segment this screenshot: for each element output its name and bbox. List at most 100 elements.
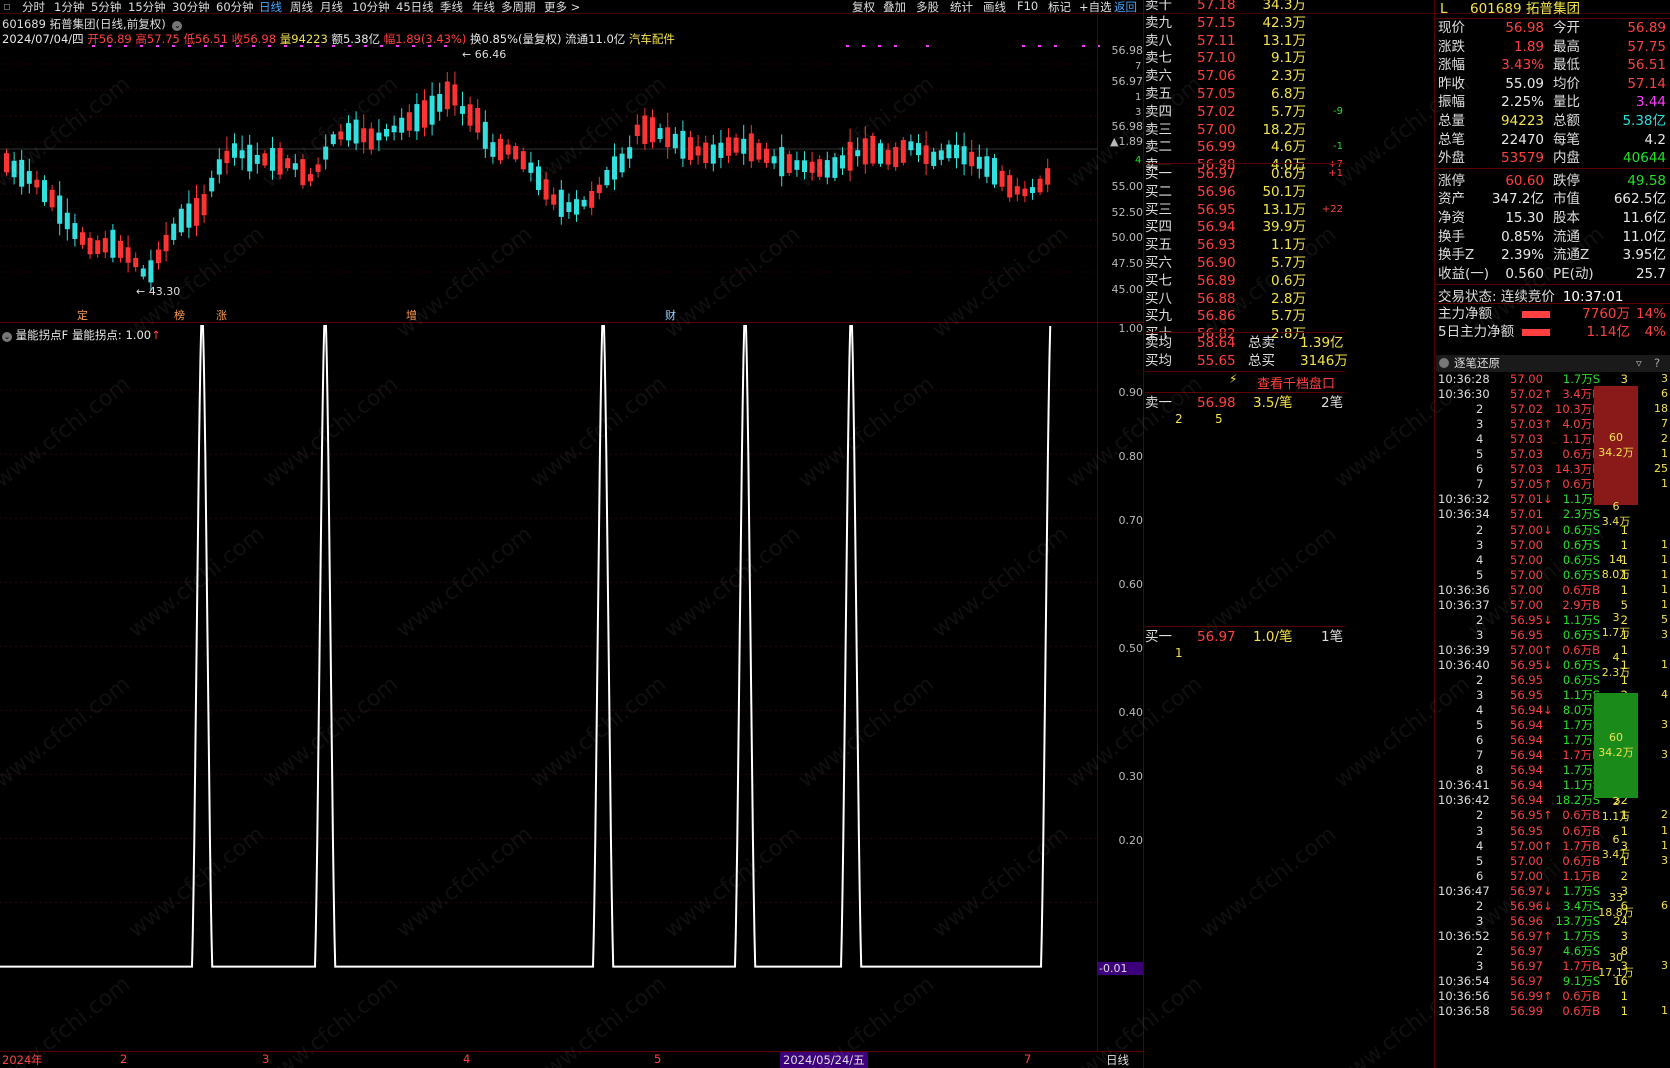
bid-row[interactable]: 买四 56.94 39.9万 [1145, 218, 1355, 236]
bid-row[interactable]: 买九 56.86 5.7万 [1145, 307, 1355, 325]
period-tab-5[interactable]: 60分钟 [216, 0, 254, 15]
sell1-detail[interactable]: 卖一 56.98 3.5/笔 2笔 [1145, 394, 1355, 412]
tick-right-count: 3 [1661, 748, 1668, 762]
bid-row[interactable]: 买八 56.88 2.8万 [1145, 290, 1355, 308]
bid-row[interactable]: 买一 56.97 0.6万 +1 [1145, 165, 1355, 183]
bid-label: 买七 [1145, 272, 1172, 289]
tick-price: 56.95 [1510, 627, 1543, 642]
period-tab-4[interactable]: 30分钟 [172, 0, 210, 15]
kline-axis-label: 50.00 [1111, 231, 1144, 244]
ask-row[interactable]: 卖五 57.05 6.8万 [1145, 85, 1355, 103]
period-tab-3[interactable]: 15分钟 [128, 0, 166, 15]
toolbar-right-7[interactable]: +自选 [1079, 0, 1112, 15]
period-tab-8[interactable]: 月线 [320, 0, 343, 15]
ask-row[interactable]: 卖二 56.99 4.6万 -1 [1145, 138, 1355, 156]
period-tab-13[interactable]: 多周期 [501, 0, 536, 15]
bid-change: +1 [1328, 168, 1343, 179]
bid-row[interactable]: 买二 56.96 50.1万 [1145, 183, 1355, 201]
tick-group: 30 17.1万 [1594, 935, 1638, 995]
ask-row[interactable]: 卖六 57.06 2.3万 [1145, 67, 1355, 85]
ask-row[interactable]: 卖十 57.18 34.3万 [1145, 0, 1355, 14]
tick-time: 6 [1476, 462, 1484, 477]
tick-price: 57.03 [1510, 432, 1543, 447]
tick-right-count: 1 [1661, 838, 1668, 852]
tick-filter-icon[interactable]: ▿ [1636, 355, 1642, 372]
kline-axis-label: ▲1.89 [1110, 135, 1143, 148]
toolbar-right-3[interactable]: 统计 [950, 0, 973, 15]
period-tab-2[interactable]: 5分钟 [91, 0, 121, 15]
signal-dot [268, 45, 271, 47]
tick-group-count: 60 [1609, 731, 1623, 744]
period-tab-1[interactable]: 1分钟 [54, 0, 84, 15]
tick-price: 56.94 [1510, 748, 1543, 763]
period-tab-6[interactable]: 日线 [259, 0, 282, 15]
avg-buy-label: 买均 [1145, 353, 1172, 369]
total-buy-value: 3146万 [1300, 353, 1348, 369]
event-tag[interactable]: 定 [77, 308, 88, 322]
candlestick-chart[interactable]: ← 66.46 ← 43.30 定 榜 涨 增 财 [0, 44, 1100, 323]
x-axis-label: 2024/05/24/五 [780, 1052, 868, 1068]
toolbar-right-4[interactable]: 画线 [983, 0, 1006, 15]
period-tab-9[interactable]: 10分钟 [352, 0, 390, 15]
event-tag[interactable]: 财 [665, 308, 676, 322]
tick-help-icon[interactable]: ? [1654, 355, 1660, 372]
kline-axis-labels: 56.98 56.97 56.98 ▲1.89 55.00 52.50 50.00 47.50… [1097, 15, 1143, 323]
period-tab-14[interactable]: 更多 > [544, 0, 580, 15]
signal-dot [1022, 45, 1025, 47]
quote-label: 内盘 [1553, 150, 1580, 167]
period-tab-7[interactable]: 周线 [290, 0, 313, 15]
quote-value: 57.75 [1627, 38, 1666, 55]
title-settings-icon[interactable]: ⌄ [172, 21, 183, 31]
candle-up [4, 153, 9, 173]
stock-name[interactable]: 拓普集团 [1526, 0, 1580, 18]
ask-row[interactable]: 卖三 57.00 18.2万 [1145, 121, 1355, 139]
quote-label: 股本 [1553, 210, 1580, 226]
period-tab-0[interactable]: 分时 [22, 0, 45, 15]
bid-row[interactable]: 买五 56.93 1.1万 [1145, 236, 1355, 254]
candle-up [505, 144, 511, 155]
signal-dot [220, 45, 223, 47]
tick-group-amount: 34.2万 [1598, 746, 1634, 759]
buy1-detail[interactable]: 买一 56.97 1.0/笔 1笔 [1145, 628, 1355, 646]
tick-time: 8 [1476, 763, 1484, 778]
period-tab-11[interactable]: 季线 [440, 0, 463, 15]
tick-right-count: 1 [1661, 1004, 1668, 1018]
candle-up [194, 197, 199, 226]
ask-label: 卖二 [1145, 139, 1172, 156]
toolbar-right-8[interactable]: 返回 [1114, 0, 1137, 15]
ask-row[interactable]: 卖八 57.11 13.1万 [1145, 32, 1355, 50]
candle-down [292, 163, 298, 170]
tick-settings-icon[interactable] [1439, 358, 1449, 368]
period-label[interactable]: 日线 [1106, 1052, 1129, 1068]
sell1-label: 卖一 [1145, 395, 1172, 411]
candle-up [551, 194, 557, 205]
avg-buy-row: 买均 55.65 总买 3146万 [1145, 352, 1355, 370]
event-tag[interactable]: 增 [406, 308, 417, 322]
toolbar-right-1[interactable]: 叠加 [883, 0, 906, 15]
stock-code[interactable]: 601689 [1470, 0, 1522, 18]
bid-row[interactable]: 买三 56.95 13.1万 +22 [1145, 201, 1355, 219]
event-tag[interactable]: 榜 [174, 308, 185, 322]
period-tab-12[interactable]: 年线 [472, 0, 495, 15]
bid-row[interactable]: 买七 56.89 0.6万 [1145, 272, 1355, 290]
toolbar-right-2[interactable]: 多股 [916, 0, 939, 15]
tick-right-count: 1 [1661, 477, 1668, 491]
candle-up [406, 112, 412, 131]
period-tab-10[interactable]: 45日线 [396, 0, 434, 15]
toolbar-right-6[interactable]: 标记 [1048, 0, 1071, 15]
tick-time: 10:36:32 [1438, 492, 1490, 507]
thousand-depth-button[interactable]: 查看千档盘口 [1257, 373, 1335, 392]
ask-row[interactable]: 卖七 57.10 9.1万 [1145, 49, 1355, 67]
bid-row[interactable]: 买六 56.90 5.7万 [1145, 254, 1355, 272]
tick-price: 57.00 [1510, 582, 1543, 597]
indicator-chart[interactable] [0, 323, 1097, 1051]
ask-row[interactable]: 卖四 57.02 5.7万 -9 [1145, 103, 1355, 121]
toolbar-right-0[interactable]: 复权 [852, 0, 875, 15]
toolbar-right-5[interactable]: F10 [1017, 0, 1038, 13]
ask-row[interactable]: 卖九 57.15 42.3万 [1145, 14, 1355, 32]
tick-volume: 3.4万B [1562, 387, 1600, 402]
bid-price: 56.86 [1197, 308, 1236, 325]
event-tag[interactable]: 涨 [216, 309, 227, 322]
toolbar-left-icon[interactable]: ▫ [3, 0, 11, 13]
bid-price: 56.88 [1197, 290, 1236, 307]
